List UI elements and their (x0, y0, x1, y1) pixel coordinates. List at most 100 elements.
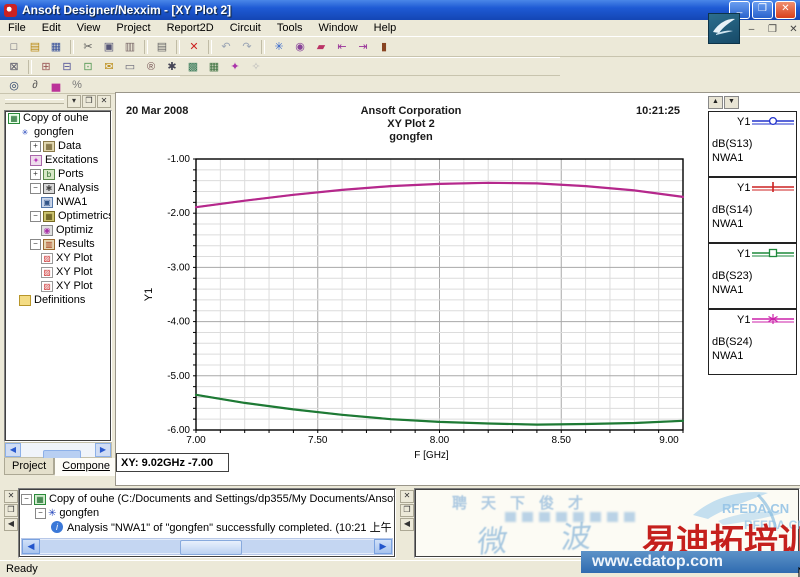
legend-scroll-down-icon[interactable]: ▼ (724, 96, 739, 109)
tree-item-copy-of-ouhe[interactable]: ▦ Copy of ouhe (5, 111, 111, 125)
print-button[interactable]: ▤ (152, 38, 172, 56)
collapse-icon[interactable]: − (35, 507, 46, 519)
legend-entry-dbs14[interactable]: Y1 dB(S14) NWA1 (708, 177, 797, 243)
tree-item-analysis[interactable]: − ✱ Analysis (5, 181, 111, 195)
menu-item-circuit[interactable]: Circuit (222, 21, 269, 35)
tree-item-nwa1[interactable]: ▣ NWA1 (5, 195, 111, 209)
legend-scroll-up-icon[interactable]: ▲ (708, 96, 723, 109)
panel-pin-button[interactable]: ▾ (67, 95, 81, 108)
expand-icon[interactable]: + (30, 140, 41, 152)
tree-item-optimiz[interactable]: ◉ Optimiz (5, 223, 111, 237)
side-close-button[interactable]: ✕ (400, 490, 414, 503)
push-right-tool-button[interactable]: ⇥ (353, 38, 373, 56)
message-maximize-button[interactable]: ❐ (4, 504, 18, 517)
message-collapse-button[interactable]: ◀ (4, 518, 18, 531)
wire-tool-button[interactable]: ✳ (269, 38, 289, 56)
message-close-button[interactable]: ✕ (4, 490, 18, 503)
spark-tool-button[interactable]: ✦ (225, 58, 245, 76)
panel-close-button[interactable]: ✕ (97, 95, 111, 108)
chart-tool-button[interactable]: ▩ (183, 58, 203, 76)
legend-entry-dbs23[interactable]: Y1 dB(S23) NWA1 (708, 243, 797, 309)
zoom-out-button[interactable]: ⊡ (78, 58, 98, 76)
restore-button[interactable]: ❐ (752, 1, 773, 19)
expand-icon[interactable]: + (30, 168, 41, 180)
target-tool-button[interactable]: ◎ (4, 76, 24, 94)
histogram-tool-button[interactable]: ▮ (374, 38, 394, 56)
tree-item-data[interactable]: + ▦ Data (5, 139, 111, 153)
delete-button[interactable]: ✕ (184, 38, 204, 56)
mdi-minimize-button[interactable]: – (744, 24, 759, 37)
copy-button[interactable]: ▣ (99, 38, 119, 56)
tree-item-xy-plot[interactable]: ▨ XY Plot (5, 251, 111, 265)
message-hscrollbar[interactable]: ◀ ▶ (21, 538, 393, 555)
undo-button[interactable]: ↶ (216, 38, 236, 56)
panel-maximize-button[interactable]: ❐ (82, 95, 96, 108)
tab-components[interactable]: Compone (54, 458, 118, 476)
title-bar[interactable]: Ansoft Designer/Nexxim - [XY Plot 2] _ ❐… (0, 0, 800, 20)
tree-item-definitions[interactable]: Definitions (5, 293, 111, 307)
scroll-right-icon[interactable]: ▶ (95, 443, 111, 457)
message-node-row[interactable]: − ✳ gongfen (21, 506, 393, 520)
collapse-icon[interactable]: − (30, 210, 41, 222)
side-collapse-button[interactable]: ◀ (400, 518, 414, 531)
results-icon: ▥ (43, 238, 55, 250)
panel-grip[interactable] (5, 99, 64, 104)
project-tree-hscrollbar[interactable]: ◀ ▶ (4, 442, 112, 464)
probe-tool-button[interactable]: ◉ (290, 38, 310, 56)
menu-item-tools[interactable]: Tools (269, 21, 311, 35)
scroll-right-icon[interactable]: ▶ (374, 539, 392, 554)
zoom-area-button[interactable]: ⊞ (36, 58, 56, 76)
tree-item-xy-plot[interactable]: ▨ XY Plot (5, 279, 111, 293)
mdi-close-button[interactable]: ✕ (786, 24, 800, 37)
new-button[interactable]: □ (4, 38, 24, 56)
statistics-tool-button[interactable]: ▅ (46, 76, 66, 94)
derivative-tool-button[interactable]: ∂ (25, 76, 45, 94)
legend-entry-dbs24[interactable]: Y1 dB(S24) NWA1 (708, 309, 797, 375)
menu-item-window[interactable]: Window (311, 21, 366, 35)
tree-item-gongfen[interactable]: ✳ gongfen (5, 125, 111, 139)
open-button[interactable]: ▤ (25, 38, 45, 56)
mdi-restore-button[interactable]: ❐ (765, 24, 780, 37)
chip-tool-button[interactable]: ▦ (204, 58, 224, 76)
close-button[interactable]: ✕ (775, 1, 796, 19)
cut-button[interactable]: ✂ (78, 38, 98, 56)
paste-button[interactable]: ▥ (120, 38, 140, 56)
tree-item-ports[interactable]: + b Ports (5, 167, 111, 181)
menu-item-view[interactable]: View (69, 21, 109, 35)
collapse-icon[interactable]: − (30, 182, 41, 194)
mail-button[interactable]: ✉ (99, 58, 119, 76)
side-maximize-button[interactable]: ❐ (400, 504, 414, 517)
menu-item-help[interactable]: Help (366, 21, 405, 35)
window-tool-button[interactable]: ▭ (120, 58, 140, 76)
eraser-tool-button[interactable]: ▰ (311, 38, 331, 56)
message-root-row[interactable]: − ▦ Copy of ouhe (C:/Documents and Setti… (21, 492, 395, 506)
menu-item-file[interactable]: File (0, 21, 34, 35)
legend-entry-dbs13[interactable]: Y1 dB(S13) NWA1 (708, 111, 797, 177)
menu-item-project[interactable]: Project (108, 21, 158, 35)
push-left-tool-button[interactable]: ⇤ (332, 38, 352, 56)
collapse-icon[interactable]: − (30, 238, 41, 250)
menu-item-edit[interactable]: Edit (34, 21, 69, 35)
scroll-left-icon[interactable]: ◀ (5, 443, 21, 457)
menu-item-report2d[interactable]: Report2D (159, 21, 222, 35)
save-button[interactable]: ▦ (46, 38, 66, 56)
panel-header[interactable]: ▾ ❐ ✕ (2, 94, 112, 109)
spark-off-tool-button[interactable]: ✧ (246, 58, 266, 76)
xy-plot-canvas[interactable]: 7.00 7.50 8.00 8.50 9.00 -1.00 -2.00 -3.00 -4.00… (116, 93, 706, 485)
collapse-icon[interactable]: − (21, 493, 32, 505)
report-tool-button[interactable]: ® (141, 58, 161, 76)
tab-project[interactable]: Project (4, 458, 55, 475)
tree-item-xy-plot[interactable]: ▨ XY Plot (5, 265, 111, 279)
select-mode-button[interactable]: ⊠ (4, 58, 24, 76)
tree-item-excitations[interactable]: ✦ Excitations (5, 153, 111, 167)
redo-button[interactable]: ↷ (237, 38, 257, 56)
tree-item-optimetrics[interactable]: − ▦ Optimetrics (5, 209, 111, 223)
scroll-thumb[interactable] (180, 540, 243, 555)
zoom-in-button[interactable]: ⊟ (57, 58, 77, 76)
tree-item-results[interactable]: − ▥ Results (5, 237, 111, 251)
legend-panel: ▲ ▼ Y1 dB(S13) NWA1 Y1 dB(S14) NWA1 Y1 dB(S23) N… (706, 93, 800, 485)
message-info-row[interactable]: i Analysis "NWA1" of "gongfen" successfu… (21, 520, 395, 534)
analyze-tool-button[interactable]: ✱ (162, 58, 182, 76)
scroll-left-icon[interactable]: ◀ (22, 539, 40, 554)
percent-tool-button[interactable]: % (67, 76, 87, 94)
